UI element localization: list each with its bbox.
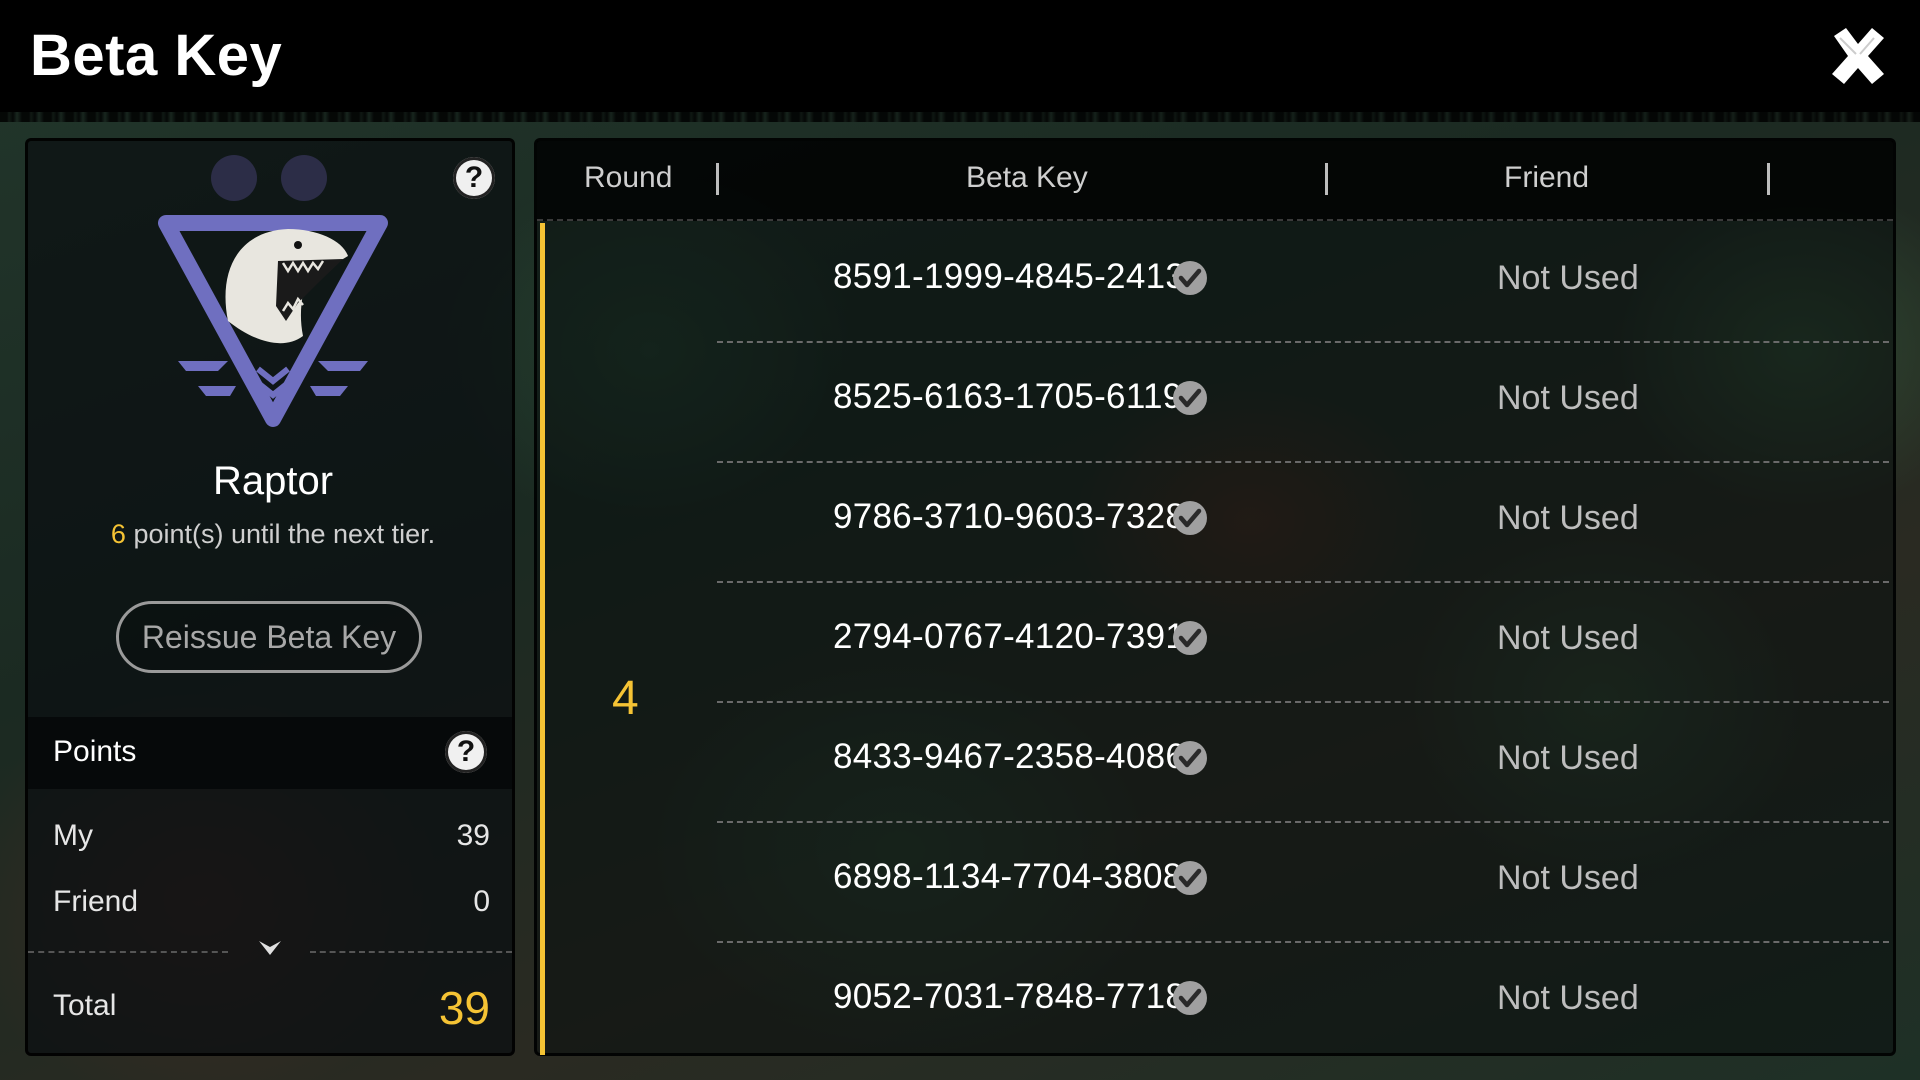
round-indicator-bar [540, 223, 545, 1055]
verified-check-icon [1173, 741, 1207, 775]
table-row: 9786-3710-9603-7328 Not Used [717, 463, 1889, 583]
verified-check-icon [1173, 261, 1207, 295]
points-to-next: 6 [110, 519, 126, 549]
table-row: 9052-7031-7848-7718 Not Used [717, 943, 1889, 1063]
table-row: 8525-6163-1705-6119 Not Used [717, 343, 1889, 463]
column-header-round: Round [584, 161, 673, 194]
beta-key-value[interactable]: 9052-7031-7848-7718 [833, 977, 1185, 1017]
verified-check-icon [1173, 981, 1207, 1015]
reissue-beta-key-button[interactable]: Reissue Beta Key [116, 601, 422, 673]
beta-key-value[interactable]: 6898-1134-7704-3808 [833, 857, 1183, 897]
tier-dots [211, 155, 327, 201]
verified-check-icon [1173, 621, 1207, 655]
tier-note-text: point(s) until the next tier. [125, 519, 436, 549]
tier-panel: ? Raptor 6 point(s) until the next tier.… [25, 138, 515, 1056]
beta-key-value[interactable]: 2794-0767-4120-7391 [833, 617, 1185, 657]
friend-status: Not Used [1497, 979, 1639, 1017]
tier-help-icon[interactable]: ? [453, 157, 495, 199]
tier-progress-note: 6 point(s) until the next tier. [28, 519, 518, 550]
table-row: 8433-9467-2358-4086 Not Used [717, 703, 1889, 823]
chevron-down-icon[interactable] [256, 937, 284, 959]
table-header: Round Beta Key Friend [537, 141, 1893, 221]
tier-name: Raptor [212, 459, 334, 503]
tier-dot [281, 155, 327, 201]
column-header-friend: Friend [1504, 161, 1590, 194]
column-separator [1767, 163, 1770, 195]
total-label: Total [53, 989, 117, 1022]
close-button[interactable] [1826, 24, 1890, 88]
table-row: 2794-0767-4120-7391 Not Used [717, 583, 1889, 703]
friend-status: Not Used [1497, 379, 1639, 417]
beta-key-value[interactable]: 8525-6163-1705-6119 [833, 377, 1183, 417]
title-bar: Beta Key [0, 0, 1920, 112]
beta-key-table: Round Beta Key Friend 4 8591-1999-4845-2… [534, 138, 1896, 1056]
my-points-label: My [53, 819, 93, 852]
points-header: Points ? [28, 717, 512, 789]
friend-status: Not Used [1497, 259, 1639, 297]
table-row: 6898-1134-7704-3808 Not Used [717, 823, 1889, 943]
verified-check-icon [1173, 381, 1207, 415]
table-row: 8591-1999-4845-2413 Not Used [717, 223, 1889, 343]
friend-status: Not Used [1497, 499, 1639, 537]
beta-key-value[interactable]: 8433-9467-2358-4086 [833, 737, 1185, 777]
beta-key-value[interactable]: 8591-1999-4845-2413 [833, 257, 1185, 297]
beta-key-value[interactable]: 9786-3710-9603-7328 [833, 497, 1185, 537]
close-icon [1832, 28, 1884, 84]
column-separator [716, 163, 719, 195]
page-title: Beta Key [30, 23, 283, 88]
verified-check-icon [1173, 861, 1207, 895]
round-number: 4 [612, 672, 639, 725]
friend-points-label: Friend [53, 885, 139, 918]
points-help-icon[interactable]: ? [445, 731, 487, 773]
friend-points-value: 0 [473, 885, 490, 918]
tier-dot [211, 155, 257, 201]
friend-status: Not Used [1497, 619, 1639, 657]
torn-edge [0, 100, 1920, 122]
divider [310, 951, 512, 953]
divider [28, 951, 228, 953]
my-points-value: 39 [456, 819, 490, 852]
friend-status: Not Used [1497, 739, 1639, 777]
column-separator [1325, 163, 1328, 195]
raptor-emblem-icon [158, 215, 388, 427]
verified-check-icon [1173, 501, 1207, 535]
points-title: Points [53, 735, 137, 768]
friend-status: Not Used [1497, 859, 1639, 897]
column-header-beta-key: Beta Key [966, 161, 1088, 194]
total-value: 39 [438, 982, 490, 1034]
